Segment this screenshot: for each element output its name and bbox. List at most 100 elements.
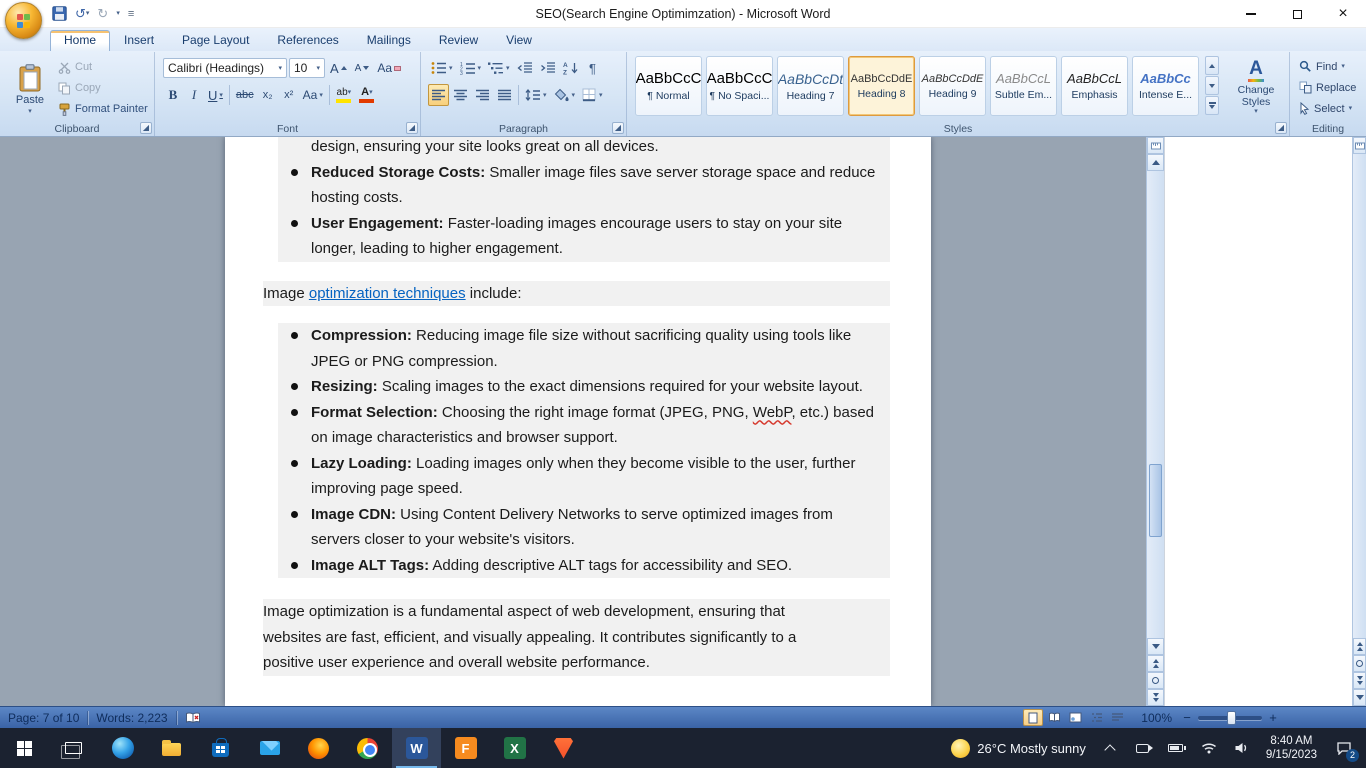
style-no-spacing[interactable]: AaBbCcC¶ No Spaci... [706,56,773,116]
find-button[interactable]: Find▾ [1299,58,1356,75]
bullets-button[interactable]: ▾ [428,57,456,79]
ruler-toggle-icon[interactable] [1147,137,1164,154]
numbering-button[interactable]: 123▾ [457,57,485,79]
zoom-slider-thumb[interactable] [1227,711,1236,725]
previous-page-icon[interactable] [1353,638,1366,655]
minimize-button[interactable] [1228,0,1274,28]
zoom-level[interactable]: 100% [1141,711,1172,725]
styles-dialog-launcher-icon[interactable]: ◢ [1275,122,1287,134]
tray-overflow-button[interactable] [1101,739,1119,757]
previous-page-icon[interactable] [1147,655,1164,672]
taskbar-item-chrome[interactable] [343,728,392,768]
font-size-combobox[interactable]: 10▾ [289,58,325,78]
select-browse-object-icon[interactable] [1353,655,1366,672]
meet-now-button[interactable] [1134,739,1152,757]
style-intense-emphasis[interactable]: AaBbCcIntense E... [1132,56,1199,116]
paragraph-dialog-launcher-icon[interactable]: ◢ [612,122,624,134]
volume-button[interactable] [1233,739,1251,757]
office-button[interactable] [5,2,42,39]
styles-more-icon[interactable] [1205,96,1219,115]
next-page-icon[interactable] [1353,672,1366,689]
draft-view-button[interactable] [1107,709,1127,726]
cut-button[interactable]: Cut [58,58,148,76]
show-formatting-marks-button[interactable]: ¶ [583,57,603,79]
shrink-font-button[interactable]: A [352,57,373,79]
select-button[interactable]: Select▾ [1299,100,1356,117]
styles-scroll-up-icon[interactable] [1205,56,1219,75]
font-name-combobox[interactable]: Calibri (Headings)▾ [163,58,287,78]
battery-button[interactable] [1167,739,1185,757]
sort-button[interactable]: AZ [560,57,582,79]
multilevel-list-button[interactable]: ▾ [485,57,513,79]
tab-page-layout[interactable]: Page Layout [168,30,263,51]
grow-font-button[interactable]: A [327,57,350,79]
borders-button[interactable]: ▾ [579,84,606,106]
save-button[interactable] [52,5,67,22]
align-right-button[interactable] [472,84,493,106]
change-case-button[interactable]: Aa▾ [300,84,326,106]
notification-center-button[interactable]: 2 [1332,736,1356,760]
styles-scroll-down-icon[interactable] [1205,76,1219,95]
tab-view[interactable]: View [492,30,546,51]
taskbar-item-firefox[interactable] [294,728,343,768]
align-center-button[interactable] [450,84,471,106]
text-highlight-button[interactable]: ab▾ [333,84,355,106]
scrollbar-thumb[interactable] [1149,464,1162,537]
network-button[interactable] [1200,739,1218,757]
shading-button[interactable]: ▾ [551,84,579,106]
align-left-button[interactable] [428,84,449,106]
style-normal[interactable]: AaBbCcC¶ Normal [635,56,702,116]
strikethrough-button[interactable]: abc [233,84,257,106]
print-layout-view-button[interactable] [1023,709,1043,726]
tab-home[interactable]: Home [50,30,110,51]
zoom-slider[interactable] [1198,716,1262,720]
change-styles-button[interactable]: A Change Styles ▾ [1227,56,1285,118]
scroll-down-icon[interactable] [1147,638,1164,655]
proofing-error-button[interactable] [185,712,201,724]
next-page-icon[interactable] [1147,689,1164,706]
style-heading-8[interactable]: AaBbCcDdEHeading 8 [848,56,915,116]
tab-insert[interactable]: Insert [110,30,168,51]
clear-formatting-button[interactable]: Aa [374,57,404,79]
word-count[interactable]: Words: 2,223 [96,711,167,725]
web-layout-view-button[interactable] [1065,709,1085,726]
full-screen-reading-button[interactable] [1044,709,1064,726]
close-button[interactable]: × [1320,0,1366,28]
taskbar-item-file-explorer[interactable] [147,728,196,768]
bold-button[interactable]: B [163,84,183,106]
ruler-toggle-icon[interactable] [1353,137,1366,154]
document-scrollbar[interactable] [1146,137,1164,706]
page-indicator[interactable]: Page: 7 of 10 [8,711,79,725]
zoom-out-icon[interactable]: − [1180,710,1194,725]
paste-button[interactable]: Paste ▾ [7,56,53,122]
decrease-indent-button[interactable] [514,57,536,79]
italic-button[interactable]: I [184,84,204,106]
replace-button[interactable]: Replace [1299,79,1356,96]
maximize-button[interactable] [1274,0,1320,28]
taskbar-item-mail[interactable] [245,728,294,768]
style-heading-9[interactable]: AaBbCcDdEHeading 9 [919,56,986,116]
font-color-button[interactable]: A▾ [356,84,378,106]
zoom-in-icon[interactable]: + [1266,710,1280,725]
clipboard-dialog-launcher-icon[interactable]: ◢ [140,122,152,134]
tab-mailings[interactable]: Mailings [353,30,425,51]
taskbar-item-store[interactable] [196,728,245,768]
taskbar-item-edge[interactable] [98,728,147,768]
format-painter-button[interactable]: Format Painter [58,100,148,118]
style-heading-7[interactable]: AaBbCcDtHeading 7 [777,56,844,116]
tab-references[interactable]: References [263,30,352,51]
style-emphasis[interactable]: AaBbCcLEmphasis [1061,56,1128,116]
line-spacing-button[interactable]: ▾ [522,84,550,106]
copy-button[interactable]: Copy [58,79,148,97]
select-browse-object-icon[interactable] [1147,672,1164,689]
taskbar-item-word[interactable]: W [392,728,441,768]
qat-customize-button[interactable]: ≡ [128,5,134,22]
document-area[interactable]: design, ensuring your site looks great o… [0,137,1366,706]
taskbar-item-excel[interactable]: X [490,728,539,768]
clock[interactable]: 8:40 AM 9/15/2023 [1266,734,1317,762]
increase-indent-button[interactable] [537,57,559,79]
taskbar-item-brave[interactable] [539,728,588,768]
qat-more-button[interactable]: ▾ [116,5,120,22]
font-dialog-launcher-icon[interactable]: ◢ [406,122,418,134]
tab-review[interactable]: Review [425,30,492,51]
